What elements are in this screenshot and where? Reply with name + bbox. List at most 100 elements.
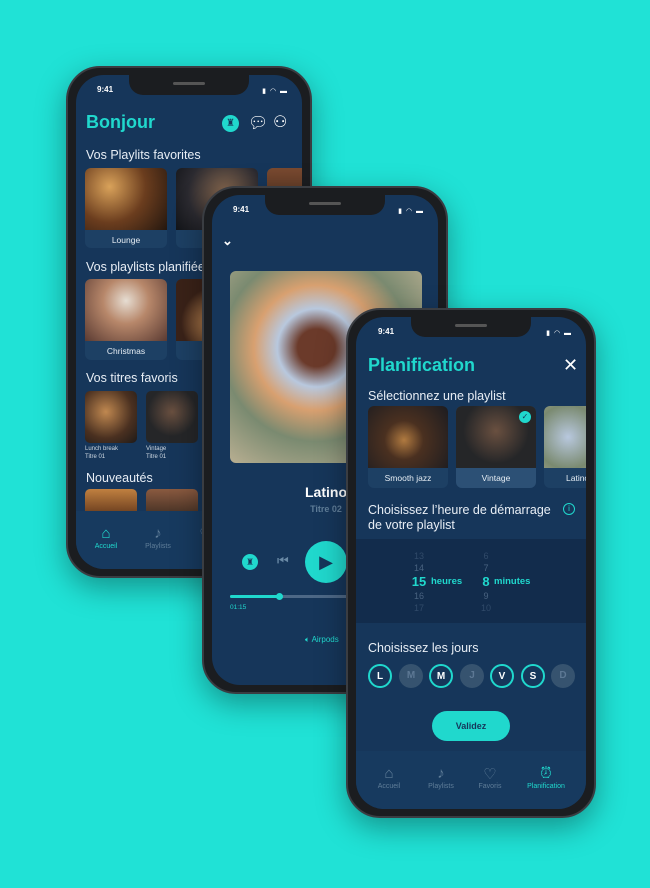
nav-favoris[interactable]: ♡ Favoris bbox=[465, 765, 515, 790]
previous-icon[interactable]: ⏮︎ bbox=[277, 553, 289, 569]
heart-icon: ♡ bbox=[483, 766, 497, 783]
progress-fill bbox=[230, 593, 283, 600]
playlist-label: Lounge bbox=[111, 235, 141, 245]
playlist-label: Vintage bbox=[481, 473, 511, 483]
wheel-value[interactable]: 10 bbox=[476, 602, 496, 614]
minutes-wheel[interactable]: 6 7 8 9 10 bbox=[476, 550, 496, 614]
user-icon[interactable]: ⚇ bbox=[273, 112, 287, 132]
section-new: Nouveautés bbox=[86, 471, 153, 485]
status-time: 9:41 bbox=[97, 85, 114, 94]
track-image[interactable] bbox=[146, 391, 198, 443]
nav-label: Favoris bbox=[478, 783, 502, 790]
cake-icon[interactable]: ♜ bbox=[242, 554, 258, 570]
notch bbox=[265, 195, 385, 215]
progress-handle[interactable] bbox=[275, 593, 283, 600]
validate-button[interactable]: Validez bbox=[432, 711, 510, 741]
home-icon: ⌂ bbox=[384, 765, 394, 782]
day-toggle-M[interactable]: M bbox=[399, 664, 423, 688]
day-toggle-D[interactable]: D bbox=[551, 664, 575, 688]
nav-accueil[interactable]: ⌂ Accueil bbox=[81, 525, 131, 550]
playlist-image bbox=[85, 279, 167, 341]
play-button[interactable]: ▶ bbox=[305, 541, 347, 583]
hours-unit: heures bbox=[431, 576, 463, 587]
nav-label: Accueil bbox=[377, 783, 401, 790]
nav-accueil[interactable]: ⌂ Accueil bbox=[364, 765, 414, 790]
wheel-value[interactable]: 9 bbox=[476, 590, 496, 602]
home-icon: ⌂ bbox=[101, 525, 111, 542]
phone-planning: 9:41 ▮ ◠ ▬ Planification ✕ Sélectionnez … bbox=[346, 308, 596, 818]
playlist-image bbox=[85, 168, 167, 230]
nav-label: Accueil bbox=[94, 543, 118, 550]
wheel-value[interactable]: 13 bbox=[408, 550, 430, 562]
wheel-value[interactable]: 17 bbox=[408, 602, 430, 614]
minutes-unit: minutes bbox=[494, 576, 531, 587]
playlist-label: Latino bbox=[566, 473, 586, 483]
section-tracks: Vos titres favoris bbox=[86, 371, 178, 385]
chat-icon[interactable]: 💬︎ bbox=[248, 113, 268, 133]
time-picker[interactable]: 13 14 15 16 17 heures 6 7 8 9 10 minutes bbox=[356, 539, 586, 623]
notch bbox=[411, 317, 531, 337]
notch bbox=[129, 75, 249, 95]
output-label: Airpods bbox=[311, 635, 339, 644]
playlist-card-smooth-jazz[interactable]: Smooth jazz bbox=[368, 406, 448, 488]
playlist-image bbox=[368, 406, 448, 468]
status-time: 9:41 bbox=[233, 205, 250, 214]
section-favorites: Vos Playlits favorites bbox=[86, 148, 201, 162]
playlist-image bbox=[544, 406, 586, 468]
music-note-icon: ♪ bbox=[154, 525, 162, 542]
speaker-icon: 🔈︎ bbox=[305, 635, 310, 644]
bottom-nav: ⌂ Accueil ♪ Playlists ♡ Favoris ⏰︎ Planifica… bbox=[356, 751, 586, 809]
selected-value[interactable]: 8 bbox=[476, 574, 496, 590]
playlist-label: Christmas bbox=[106, 346, 146, 356]
track-item[interactable]: Vintage Titre 01 bbox=[146, 445, 166, 461]
time-label: Choisissez l’heure de démarrage de votre… bbox=[368, 503, 551, 532]
select-playlist-label: Sélectionnez une playlist bbox=[368, 389, 506, 403]
status-time: 9:41 bbox=[378, 327, 395, 336]
output-device[interactable]: 🔈︎ Airpods bbox=[305, 635, 339, 645]
status-icons: ▮ ◠ ▬ bbox=[262, 88, 288, 95]
playlist-card-lounge[interactable]: Lounge bbox=[85, 168, 167, 248]
nav-planification[interactable]: ⏰︎ Planification bbox=[516, 765, 576, 790]
music-note-icon: ♪ bbox=[437, 765, 445, 782]
wheel-value[interactable]: 14 bbox=[408, 562, 430, 574]
nav-label: Planification bbox=[527, 783, 565, 790]
status-icons: ▮ ◠ ▬ bbox=[546, 330, 572, 337]
wheel-value[interactable]: 7 bbox=[476, 562, 496, 574]
day-toggle-M[interactable]: M bbox=[429, 664, 453, 688]
nav-playlists[interactable]: ♪ Playlists bbox=[133, 525, 183, 550]
track-image[interactable] bbox=[85, 391, 137, 443]
day-toggle-V[interactable]: V bbox=[490, 664, 514, 688]
day-toggle-J[interactable]: J bbox=[460, 664, 484, 688]
day-toggle-S[interactable]: S bbox=[521, 664, 545, 688]
playlist-card-vintage[interactable]: Vintage ✓ bbox=[456, 406, 536, 488]
days-label: Choisissez les jours bbox=[368, 641, 479, 655]
track-item[interactable]: Lunch break Titre 01 bbox=[85, 445, 118, 461]
playlist-card-latino[interactable]: Latino bbox=[544, 406, 586, 488]
page-title: Bonjour bbox=[86, 112, 155, 132]
cake-icon[interactable]: ♜ bbox=[222, 115, 239, 132]
wheel-value[interactable]: 6 bbox=[476, 550, 496, 562]
playlist-label: Smooth jazz bbox=[384, 473, 432, 483]
track-title: Vintage bbox=[146, 446, 167, 452]
playlist-card-christmas[interactable]: Christmas bbox=[85, 279, 167, 360]
page-title: Planification bbox=[368, 355, 476, 375]
hours-wheel[interactable]: 13 14 15 16 17 bbox=[408, 550, 430, 614]
close-icon[interactable]: ✕ bbox=[563, 355, 578, 376]
nav-label: Playlists bbox=[428, 783, 454, 790]
chevron-down-icon[interactable]: ⌄ bbox=[222, 233, 233, 249]
wheel-value[interactable]: 16 bbox=[408, 590, 430, 602]
nav-label: Playlists bbox=[145, 543, 171, 550]
check-icon: ✓ bbox=[519, 411, 531, 423]
elapsed-time: 01:15 bbox=[230, 604, 247, 611]
track-subtitle: Titre 01 bbox=[146, 454, 167, 460]
selected-value[interactable]: 15 bbox=[408, 574, 430, 590]
nav-playlists[interactable]: ♪ Playlists bbox=[416, 765, 466, 790]
track-title: Lunch break bbox=[85, 446, 119, 452]
section-planned: Vos playlists planifiées bbox=[86, 260, 212, 274]
info-icon[interactable]: i bbox=[563, 503, 575, 515]
alarm-clock-icon: ⏰︎ bbox=[540, 765, 552, 782]
planning-screen: 9:41 ▮ ◠ ▬ Planification ✕ Sélectionnez … bbox=[356, 317, 586, 809]
day-toggle-L[interactable]: L bbox=[368, 664, 392, 688]
track-subtitle: Titre 01 bbox=[85, 454, 106, 460]
status-icons: ▮ ◠ ▬ bbox=[398, 208, 424, 215]
